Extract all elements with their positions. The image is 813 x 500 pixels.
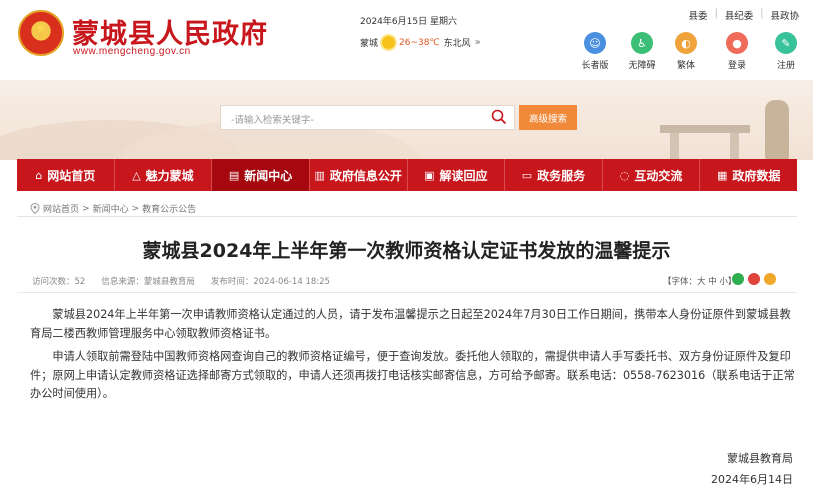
weather-temp: 26~38℃ <box>399 37 440 48</box>
weather-wind: 东北风 <box>443 39 471 49</box>
article-body: 蒙城县2024年上半年第一次申请教师资格认定通过的人员，请于发布温馨提示之日起至… <box>30 306 795 409</box>
nav-item-charm[interactable]: △ 魅力蒙城 <box>115 159 213 191</box>
quick-link-elder[interactable]: ☺ 长者版 <box>575 32 615 71</box>
chat-icon: ◌ <box>619 168 630 182</box>
interpret-icon: ▣ <box>424 168 435 182</box>
breadcrumb-home[interactable]: 网站首页 <box>43 202 79 215</box>
accessibility-icon: ♿ <box>631 32 653 54</box>
breadcrumb-current[interactable]: 教育公示公告 <box>142 202 196 215</box>
divider <box>17 216 797 217</box>
archway-decoration <box>660 125 750 160</box>
news-icon: ▤ <box>228 168 240 182</box>
nav-item-news[interactable]: ▤ 新闻中心 <box>212 159 310 191</box>
date-weather: 2024年6月15日 星期六 蒙城 26~38℃ 东北风 » <box>360 14 481 49</box>
quick-link-login[interactable]: ● 登录 <box>717 32 757 71</box>
wechat-share-icon[interactable] <box>732 273 744 285</box>
home-icon: ⌂ <box>35 168 43 182</box>
statue-decoration <box>765 100 789 160</box>
breadcrumb-separator: > <box>82 203 90 214</box>
nav-item-interaction[interactable]: ◌ 互动交流 <box>603 159 701 191</box>
divider: | <box>760 8 764 19</box>
nav-item-home[interactable]: ⌂ 网站首页 <box>17 159 115 191</box>
register-icon: ✎ <box>775 32 797 54</box>
location-pin-icon <box>30 203 40 214</box>
divider <box>17 292 797 293</box>
weather-city: 蒙城 <box>360 39 379 49</box>
search-icon[interactable] <box>491 109 507 125</box>
breadcrumb: 网站首页 > 新闻中心 > 教育公示公告 <box>30 202 196 215</box>
date-line: 2024年6月15日 星期六 <box>360 17 457 27</box>
visit-count: 访问次数：52 <box>32 277 86 287</box>
article-meta: 访问次数：52 信息来源：蒙城县教育局 发布时间：2024-06-14 18:2… <box>32 275 330 287</box>
service-icon: ▭ <box>521 168 533 182</box>
mountain-icon: △ <box>132 168 141 182</box>
article-paragraph: 蒙城县2024年上半年第一次申请教师资格认定通过的人员，请于发布温馨提示之日起至… <box>30 308 791 340</box>
login-icon: ● <box>726 32 748 54</box>
signature-date: 2024年6月14日 <box>711 473 793 486</box>
document-icon: ▥ <box>314 168 325 182</box>
article-title: 蒙城县2024年上半年第一次教师资格认定证书发放的温馨提示 <box>142 240 671 262</box>
quick-link-register[interactable]: ✎ 注册 <box>766 32 806 71</box>
traditional-icon: ◐ <box>675 32 697 54</box>
top-link-county-committee[interactable]: 县委 <box>689 8 708 22</box>
top-link-cppcc[interactable]: 县政协 <box>770 8 799 22</box>
weibo-share-icon[interactable] <box>748 273 760 285</box>
breadcrumb-separator: > <box>131 203 140 214</box>
main-nav: ⌂ 网站首页 △ 魅力蒙城 ▤ 新闻中心 ▥ 政府信息公开 ▣ 解读回应 ▭ 政… <box>17 159 797 191</box>
sun-icon <box>382 36 396 49</box>
article-paragraph: 申请人领取前需登陆中国教师资格网查询自己的教师资格证编号，便于查询发放。委托他人… <box>30 350 795 400</box>
nav-item-gov-info[interactable]: ▥ 政府信息公开 <box>310 159 408 191</box>
data-icon: ▦ <box>716 168 728 182</box>
font-size-selector[interactable]: 【字体：大 中 小】 <box>663 275 736 287</box>
share-buttons <box>732 273 776 285</box>
quick-link-traditional[interactable]: ◐ 繁体 <box>666 32 706 71</box>
chevron-right-icon[interactable]: » <box>475 37 481 48</box>
signature-org: 蒙城县教育局 <box>727 452 793 465</box>
nav-item-data[interactable]: ▦ 政府数据 <box>700 159 797 191</box>
nav-item-services[interactable]: ▭ 政务服务 <box>505 159 603 191</box>
advanced-search-button[interactable]: 高级搜索 <box>519 105 577 130</box>
divider: | <box>714 8 718 19</box>
breadcrumb-news[interactable]: 新闻中心 <box>93 202 129 215</box>
top-link-discipline[interactable]: 县纪委 <box>725 8 754 22</box>
header: ★ 蒙城县人民政府 www.mengcheng.gov.cn 2024年6月15… <box>0 0 813 80</box>
national-emblem-logo: ★ <box>18 10 64 56</box>
search-input[interactable]: -请输入检索关键字- <box>220 105 515 130</box>
publish-time: 发布时间：2024-06-14 18:25 <box>210 277 330 287</box>
nav-item-interpret[interactable]: ▣ 解读回应 <box>408 159 506 191</box>
top-links: 县委 | 县纪委 | 县政协 <box>689 8 799 22</box>
info-source: 信息来源：蒙城县教育局 <box>101 277 195 287</box>
site-url: www.mengcheng.gov.cn <box>73 46 191 57</box>
quick-link-accessibility[interactable]: ♿ 无障碍 <box>622 32 662 71</box>
elder-icon: ☺ <box>584 32 606 54</box>
favorite-share-icon[interactable] <box>764 273 776 285</box>
